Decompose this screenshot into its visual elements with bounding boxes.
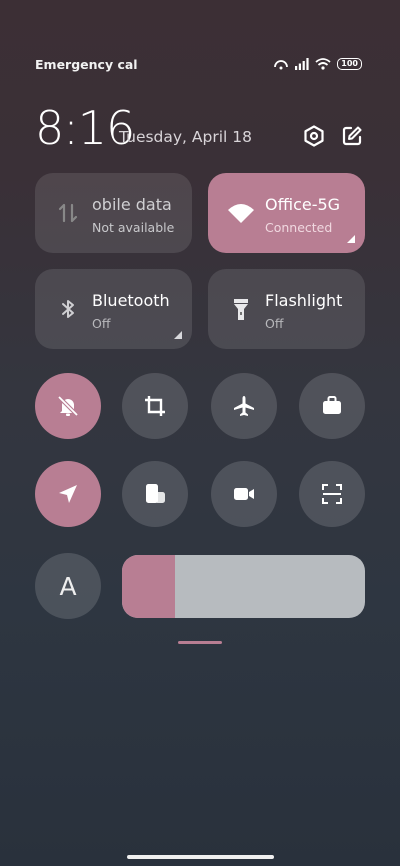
mobile-data-icon	[58, 203, 78, 223]
location-toggle[interactable]	[35, 461, 101, 527]
edit-icon[interactable]	[340, 124, 364, 148]
home-indicator[interactable]	[127, 855, 274, 859]
status-icons: 100	[273, 58, 362, 70]
date[interactable]: Tuesday, April 18	[119, 128, 252, 146]
flashlight-status: Off	[265, 316, 284, 331]
flashlight-icon	[234, 299, 248, 320]
brightness-slider-fill	[122, 555, 176, 618]
screenshot-toggle[interactable]	[122, 373, 188, 439]
wifi-expand-corner[interactable]	[347, 235, 355, 243]
auto-brightness-label: A	[59, 571, 77, 601]
bluetooth-title: Bluetooth	[92, 291, 170, 310]
work-mode-toggle[interactable]	[299, 373, 365, 439]
settings-icon[interactable]	[302, 124, 326, 148]
briefcase-icon	[323, 396, 341, 414]
wifi-tile[interactable]: Office-5G Connected	[208, 173, 365, 253]
scanner-toggle[interactable]	[299, 461, 365, 527]
panel-drag-handle[interactable]	[178, 641, 222, 644]
airplane-mode-toggle[interactable]	[211, 373, 277, 439]
bluetooth-tile[interactable]: Bluetooth Off	[35, 269, 192, 349]
silent-mode-toggle[interactable]	[35, 373, 101, 439]
flashlight-title: Flashlight	[265, 291, 343, 310]
crop-icon	[145, 396, 165, 416]
bluetooth-icon	[62, 300, 74, 318]
mobile-data-tile[interactable]: obile data Not available	[35, 173, 192, 253]
screen-recorder-toggle[interactable]	[211, 461, 277, 527]
battery-icon: 100	[337, 58, 362, 70]
multi-window-icon	[146, 484, 165, 503]
wifi-status-icon	[315, 58, 331, 70]
auto-brightness-toggle[interactable]: A	[35, 553, 101, 619]
scan-icon	[322, 484, 342, 504]
mobile-data-title: obile data	[92, 195, 172, 214]
carrier-text: Emergency calls o	[35, 56, 138, 72]
bluetooth-status: Off	[92, 316, 111, 331]
wifi-status: Connected	[265, 220, 333, 235]
brightness-slider[interactable]	[122, 555, 365, 618]
mute-bell-icon	[57, 395, 79, 417]
mobile-data-status: Not available	[92, 220, 175, 235]
wifi-network-name: Office-5G	[265, 195, 341, 214]
video-camera-icon	[234, 488, 254, 500]
hotspot-icon	[274, 60, 289, 70]
flashlight-tile[interactable]: Flashlight Off	[208, 269, 365, 349]
status-bar: Emergency calls o 100	[35, 55, 362, 73]
signal-icon	[295, 58, 309, 70]
bluetooth-expand-corner[interactable]	[174, 331, 182, 339]
airplane-icon	[234, 396, 254, 416]
floating-window-toggle[interactable]	[122, 461, 188, 527]
location-icon	[59, 485, 77, 503]
wifi-icon	[228, 204, 254, 223]
